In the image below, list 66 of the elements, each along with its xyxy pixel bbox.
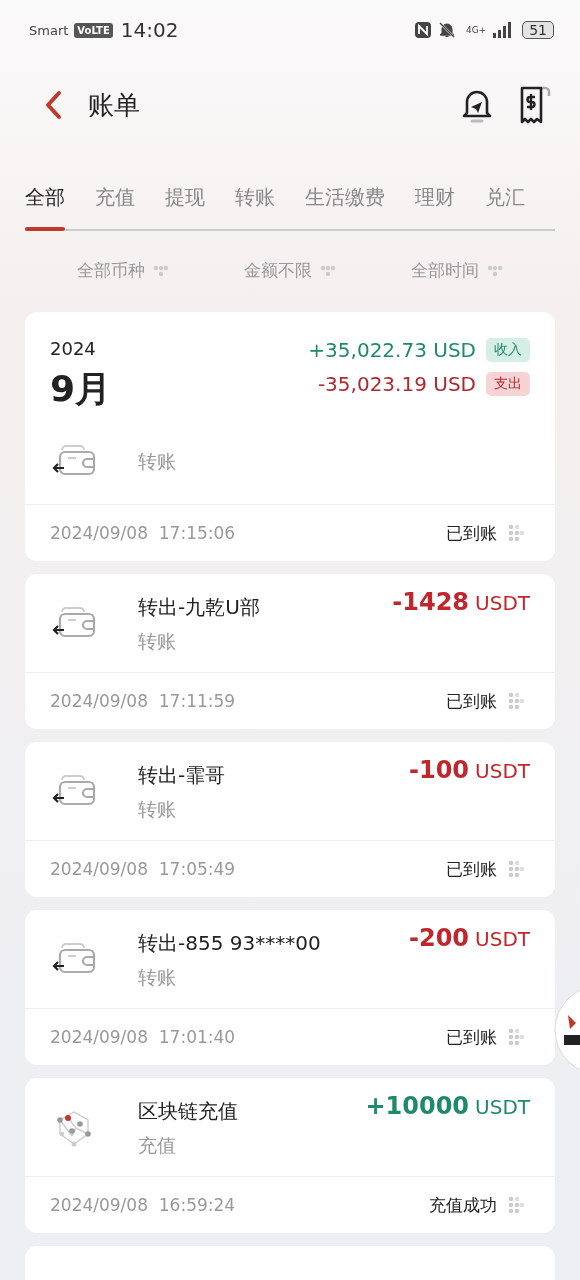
transaction-title: 转出-霏哥 — [138, 761, 227, 789]
category-tab[interactable]: 充值 — [95, 170, 135, 229]
dots-icon — [507, 524, 525, 542]
transaction-type: 充值 — [138, 1132, 177, 1158]
filter-dropdown[interactable]: 全部时间 — [410, 259, 503, 282]
transaction-title: 转出-九乾U部 — [138, 593, 261, 621]
transaction-amount: -1428 — [392, 588, 470, 616]
dots-icon — [507, 692, 525, 710]
expense-tag: 支出 — [486, 372, 530, 396]
dots-icon — [507, 1196, 525, 1214]
transaction-card[interactable]: 2024 9月 +35,022.73 USD 收入 -35,023.19 USD 支出 转账 2024/09/08 17:15:06 已到账 — [25, 312, 555, 561]
expense-total: -35,023.19 USD — [317, 372, 476, 396]
currency-unit: USDT — [475, 927, 530, 951]
income-total: +35,022.73 USD — [308, 338, 476, 362]
transaction-card[interactable]: 区块链充值 充值 +10000 USDT 2024/09/08 16:59:24 充值成功 — [25, 1078, 555, 1233]
transaction-status: 已到账 — [446, 521, 497, 545]
transaction-title: 转出-855 93****00 — [138, 929, 322, 957]
transaction-amount: +10000 — [365, 1092, 470, 1120]
category-tab[interactable]: 理财 — [415, 170, 455, 229]
transaction-datetime: 2024/09/08 17:15:06 — [50, 523, 236, 543]
signal-icon — [492, 22, 513, 38]
currency-unit: USDT — [475, 1095, 530, 1119]
transaction-amount: -200 — [409, 924, 470, 952]
bell-muted-icon — [437, 21, 456, 39]
carrier-label: Smart — [29, 22, 69, 38]
transaction-card[interactable]: 转出-九乾U部 转账 -1428 USDT 2024/09/08 17:11:59 已到账 — [25, 574, 555, 729]
filter-dropdown[interactable]: 金额不限 — [244, 259, 336, 282]
category-tab[interactable]: 转账 — [235, 170, 275, 229]
filter-dropdown[interactable]: 全部币种 — [77, 259, 170, 282]
transaction-status: 已到账 — [446, 857, 497, 881]
transaction-type: 转账 — [138, 628, 177, 654]
transaction-title: 区块链充值 — [138, 1097, 239, 1125]
transaction-type: 转账 — [138, 964, 177, 990]
transaction-status: 充值成功 — [429, 1193, 497, 1217]
clock-time: 14:02 — [120, 18, 179, 42]
category-tab[interactable]: 生活缴费 — [305, 170, 385, 229]
back-icon[interactable] — [44, 90, 64, 120]
category-tab[interactable]: 提现 — [165, 170, 205, 229]
currency-unit: USDT — [475, 759, 530, 783]
dots-icon — [486, 264, 503, 277]
transaction-datetime: 2024/09/08 17:05:49 — [50, 859, 236, 879]
category-tab[interactable]: 兑汇 — [485, 170, 525, 229]
transaction-amount: -100 — [409, 756, 470, 784]
dots-icon — [153, 264, 170, 277]
dots-icon — [320, 264, 336, 277]
transaction-status: 已到账 — [446, 689, 497, 713]
transaction-datetime: 2024/09/08 16:59:24 — [50, 1195, 236, 1215]
battery-level: 51 — [522, 21, 554, 39]
transaction-type: 转账 — [138, 796, 177, 822]
volte-badge: VoLTE — [74, 22, 113, 38]
receipt-icon[interactable] — [518, 85, 552, 125]
currency-unit: USDT — [475, 591, 530, 615]
page-title: 账单 — [88, 88, 140, 122]
transaction-card[interactable]: 转出-霏哥 转账 -100 USDT 2024/09/08 17:05:49 已到账 — [25, 742, 555, 897]
category-tab[interactable]: 全部 — [25, 170, 65, 229]
nfc-icon — [413, 21, 432, 39]
transaction-status: 已到账 — [446, 1025, 497, 1049]
transaction-type: 转账 — [138, 449, 177, 474]
dots-icon — [507, 1028, 525, 1046]
transaction-datetime: 2024/09/08 17:01:40 — [50, 1027, 236, 1047]
network-label: 4G+ — [465, 25, 487, 35]
month-label: 9月 — [50, 367, 113, 411]
dots-icon — [507, 860, 525, 878]
income-tag: 收入 — [486, 338, 530, 362]
transaction-datetime: 2024/09/08 17:11:59 — [50, 691, 236, 711]
year-label: 2024 — [50, 338, 97, 359]
